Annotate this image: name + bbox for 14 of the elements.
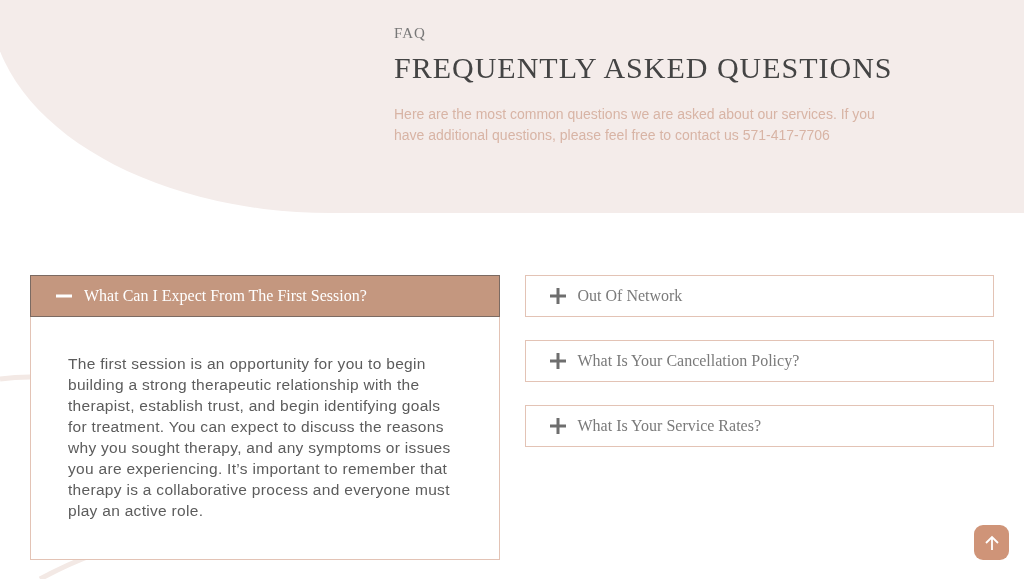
answer-text: The first session is an opportunity for you to begin building a strong therapeutic relationship with the therapist, establish trust, and begin identifying goals for treatment. You can expect to discuss the reasons why you sought therapy, and any symptoms or issues you are experiencing. It’s important to remember that therapy is a collaborative process and everyone must play an active role. [68, 354, 452, 521]
plus-icon [549, 288, 566, 304]
plus-icon [549, 418, 566, 434]
page-title: FREQUENTLY ASKED QUESTIONS [394, 49, 893, 86]
faq-question[interactable]: What Is Your Service Rates? [524, 405, 994, 447]
faq-question[interactable]: Out Of Network [524, 275, 994, 317]
eyebrow-label: FAQ [394, 24, 426, 43]
faq-question[interactable]: What Is Your Cancellation Policy? [524, 340, 994, 382]
arrow-up-icon [984, 534, 999, 551]
arc-decoration [0, 372, 30, 382]
faq-question[interactable]: What Can I Expect From The First Session? [30, 275, 500, 317]
plus-icon [549, 353, 566, 369]
scroll-to-top-button[interactable] [974, 525, 1009, 560]
intro-text: Here are the most common questions we are asked about our services. If you have additional questions, please feel free to contact us 571-417-7706 [394, 104, 876, 145]
